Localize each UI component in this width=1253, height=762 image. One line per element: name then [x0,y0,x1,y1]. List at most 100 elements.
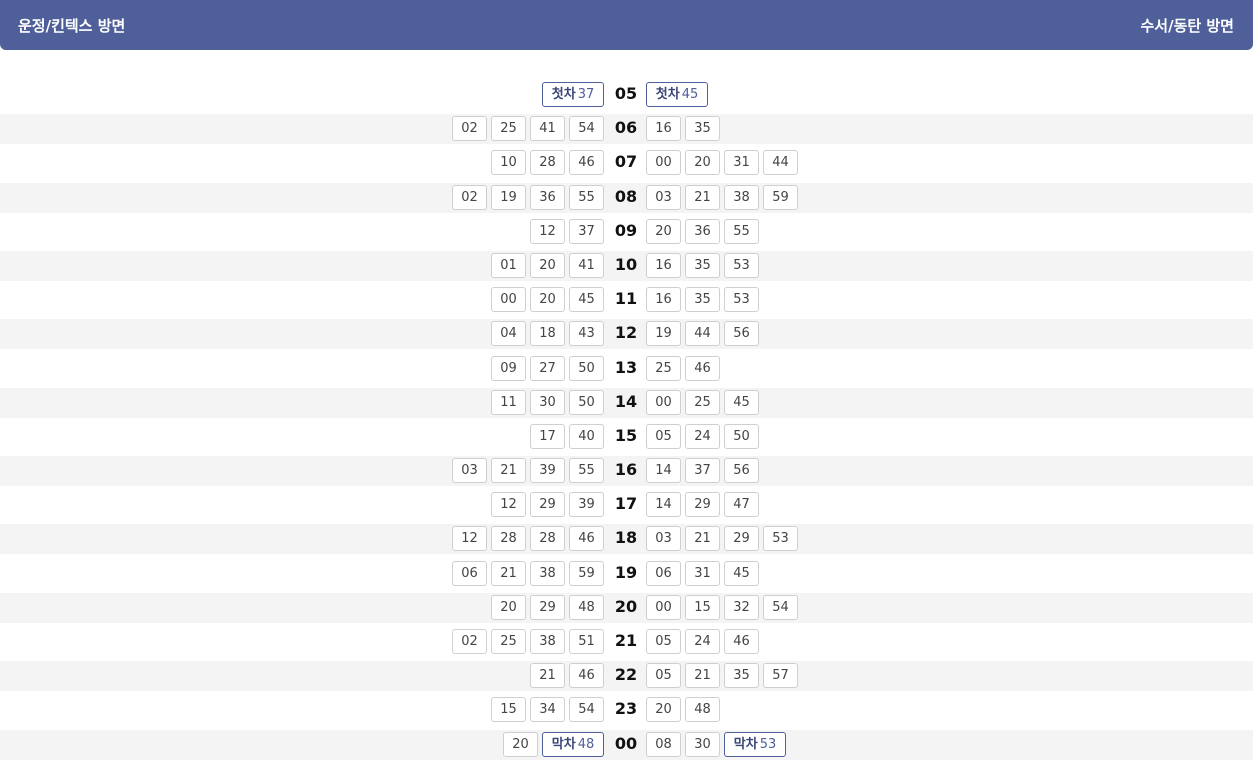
timetable-row: 09 37 12 20 36 55 [0,215,1253,249]
departure-minute-chip: 03 [646,184,681,210]
departure-minute-chip: 38 [530,629,565,654]
departure-minute-chip: 02 [452,116,487,142]
timetable-row: 17 39 29 12 14 29 47 [0,488,1253,522]
hour-label: 20 [614,596,638,616]
departure-minute-chip: 05 [646,663,681,689]
departure-minute-chip: 18 [530,321,565,347]
departure-minute-chip: 16 [646,252,681,278]
last-train-chip: 막차 48 [542,731,604,757]
departure-minute-chip: 50 [569,355,604,381]
departure-minute-chip: 29 [685,492,720,518]
departure-minute-chip: 24 [685,629,720,654]
departure-minute-chip: 16 [646,116,681,142]
train-tag-label: 첫차 [655,87,680,102]
departure-minute-chip: 37 [685,458,720,484]
departure-minute-chip: 45 [724,560,759,586]
departure-minute-chip: 59 [569,560,604,586]
departure-minute-chip: 53 [763,526,798,552]
hour-label: 19 [614,562,638,582]
departure-minute-chip: 03 [452,458,487,484]
departure-minute-chip: 36 [530,184,565,210]
timetable-row: 15 40 17 05 24 50 [0,420,1253,454]
timetable-row: 05 첫차 37 첫차 45 [0,78,1253,112]
departure-minute-chip: 35 [724,663,759,689]
departure-minute-chip: 12 [452,526,487,552]
hour-label: 06 [614,118,638,138]
departure-minute-chip: 12 [491,492,526,518]
departure-minute-chip: 46 [724,629,759,654]
departure-minute: 37 [577,87,595,102]
timetable-row: 14 50 30 11 00 25 45 [0,386,1253,420]
departure-minute-chip: 29 [724,526,759,552]
train-tag-label: 첫차 [551,87,576,102]
departure-minute-chip: 01 [491,252,526,278]
departure-minute-chip: 45 [724,389,759,415]
departure-minute-chip: 27 [530,355,565,381]
departure-minute-chip: 02 [452,629,487,654]
departure-minute-chip: 40 [569,423,604,449]
departure-minute-chip: 46 [569,526,604,552]
departure-minute-chip: 20 [685,150,720,176]
departure-minute-chip: 04 [491,321,526,347]
departure-minute-chip: 00 [646,389,681,415]
departure-minute-chip: 44 [685,321,720,347]
timetable-row: 08 55 36 19 02 03 21 38 59 [0,181,1253,215]
hour-label: 00 [614,733,638,753]
train-tag-label: 막차 [551,736,576,752]
departure-minute-chip: 44 [763,150,798,176]
departure-minute-chip: 20 [530,287,565,313]
timetable-row: 10 41 20 01 16 35 53 [0,249,1253,283]
hour-label: 14 [614,391,638,411]
hour-label: 16 [614,460,638,480]
train-tag-label: 막차 [733,736,758,752]
departure-minute-chip: 21 [530,663,565,689]
departure-minute-chip: 16 [646,287,681,313]
departure-minute-chip: 06 [646,560,681,586]
departure-minute-chip: 53 [724,252,759,278]
departure-minute-chip: 15 [685,594,720,620]
departure-minute: 48 [577,736,595,752]
departure-minute-chip: 56 [724,321,759,347]
departure-minute-chip: 03 [646,526,681,552]
timetable-row: 20 48 29 20 00 15 32 54 [0,591,1253,625]
departure-minute-chip: 55 [569,184,604,210]
departure-minute-chip: 50 [724,423,759,449]
hour-label: 10 [614,254,638,274]
departure-minute-chip: 02 [452,184,487,210]
hour-label: 18 [614,528,638,548]
departure-minute-chip: 10 [491,150,526,176]
departure-minute-chip: 21 [685,526,720,552]
departure-minute-chip: 28 [530,526,565,552]
departure-minute-chip: 28 [491,526,526,552]
departure-minute-chip: 15 [491,697,526,723]
departure-minute-chip: 14 [646,458,681,484]
departure-minute-chip: 36 [685,218,720,244]
departure-minute-chip: 00 [491,287,526,313]
departure-minute-chip: 05 [646,629,681,654]
departure-minute-chip: 12 [530,218,565,244]
departure-minute-chip: 55 [724,218,759,244]
departure-minute-chip: 43 [569,321,604,347]
departure-minute-chip: 20 [646,218,681,244]
timetable-rows: 05 첫차 37 첫차 45 06 54 41 25 02 16 35 07 46 28 10 00 20 31 44… [0,78,1253,762]
departure-minute-chip: 20 [646,697,681,723]
direction-left-title: 운정/킨텍스 방면 [18,17,126,35]
hour-label: 22 [614,665,638,685]
hour-label: 21 [614,631,638,650]
hour-label: 09 [614,220,638,240]
departure-minute-chip: 46 [569,150,604,176]
timetable-row: 21 51 38 25 02 05 24 46 [0,625,1253,659]
departure-minute-chip: 48 [685,697,720,723]
departure-minute-chip: 38 [530,560,565,586]
departure-minute-chip: 21 [685,663,720,689]
departure-minute-chip: 41 [530,116,565,142]
hour-label: 17 [614,494,638,514]
departure-minute-chip: 35 [685,287,720,313]
departure-minute-chip: 54 [763,594,798,620]
departure-minute-chip: 00 [646,150,681,176]
first-train-chip: 첫차 45 [646,82,708,107]
departure-minute-chip: 59 [763,184,798,210]
departure-minute-chip: 14 [646,492,681,518]
last-train-chip: 막차 53 [724,731,786,757]
departure-minute-chip: 19 [646,321,681,347]
